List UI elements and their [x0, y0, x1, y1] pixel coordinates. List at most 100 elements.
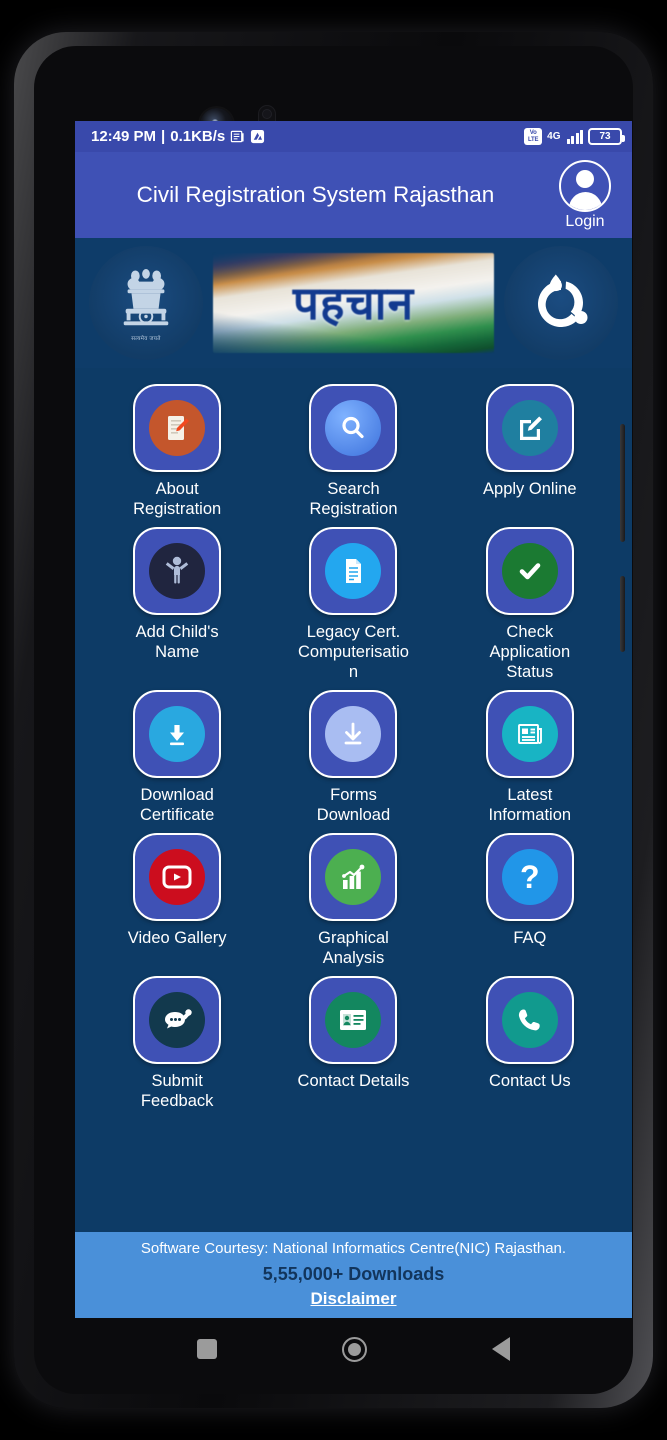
network-speed: 0.1KB/s — [170, 128, 226, 145]
tile[interactable] — [485, 976, 574, 1064]
menu-item-label: Download Certificate — [140, 786, 215, 824]
feedback-chat-icon — [149, 992, 206, 1048]
nic-logo-icon — [504, 246, 618, 360]
menu-item-contact-details[interactable]: Contact Details — [265, 972, 441, 1111]
tile[interactable] — [485, 384, 574, 472]
volte-icon: Vo LTE — [524, 128, 543, 145]
menu-item-faq[interactable]: ? FAQ — [442, 829, 618, 968]
login-label: Login — [565, 212, 605, 230]
status-bar-right: Vo LTE 4G 73 — [524, 128, 625, 145]
emblem-motto: सत्यमेव जयते — [131, 336, 161, 342]
tile[interactable] — [133, 384, 222, 472]
download-forms-icon — [325, 706, 382, 762]
signal-bars-icon — [566, 129, 583, 144]
tile[interactable] — [133, 527, 222, 615]
edit-square-icon — [501, 400, 558, 456]
avatar-icon — [559, 159, 611, 212]
volume-button[interactable] — [620, 424, 625, 542]
tile[interactable] — [309, 833, 398, 921]
recents-button-icon[interactable] — [197, 1339, 218, 1359]
footer: Software Courtesy: National Informatics … — [75, 1232, 632, 1318]
menu-item-label: Contact Us — [489, 1072, 571, 1090]
back-button-icon[interactable] — [491, 1337, 510, 1361]
status-bar-left: 12:49 PM | 0.1KB/s — [91, 128, 265, 145]
footer-downloads-count: 5,55,000+ Downloads — [262, 1264, 445, 1284]
menu-item-check-application-status[interactable]: Check Application Status — [442, 523, 618, 682]
download-arrow-icon — [149, 706, 206, 762]
status-bar: 12:49 PM | 0.1KB/s Vo LTE 4G 73 — [75, 121, 632, 152]
pehchan-banner: पहचान — [213, 253, 494, 353]
menu-item-legacy-cert-computerisation[interactable]: Legacy Cert. Computerisation — [265, 523, 441, 682]
phone-body: 12:49 PM | 0.1KB/s Vo LTE 4G 73 Civil Re… — [34, 46, 633, 1394]
menu-item-latest-information[interactable]: Latest Information — [442, 686, 618, 825]
menu-item-label: FAQ — [513, 929, 547, 947]
android-navigation-bar — [75, 1318, 632, 1380]
battery-level-label: 73 — [599, 131, 611, 142]
menu-item-label: Video Gallery — [127, 929, 227, 947]
menu-item-label: Submit Feedback — [140, 1072, 214, 1110]
tile[interactable] — [309, 976, 398, 1064]
menu-item-label: Check Application Status — [489, 623, 571, 681]
check-circle-icon — [501, 543, 558, 599]
volte-top-label: Vo — [529, 129, 537, 136]
menu-item-label: Latest Information — [488, 786, 572, 824]
question-mark-icon: ? — [501, 849, 558, 905]
tile[interactable] — [133, 833, 222, 921]
menu-item-forms-download[interactable]: Forms Download — [265, 686, 441, 825]
login-button[interactable]: Login — [546, 159, 624, 231]
status-separator: | — [161, 128, 166, 145]
menu-item-label: Search Registration — [309, 480, 398, 518]
menu-item-label: Forms Download — [316, 786, 391, 824]
menu-item-apply-online[interactable]: Apply Online — [442, 380, 618, 519]
page-title: Civil Registration System Rajasthan — [136, 182, 495, 207]
menu-item-contact-us[interactable]: Contact Us — [442, 972, 618, 1111]
menu-item-label: Apply Online — [483, 480, 577, 498]
menu-item-label: About Registration — [133, 480, 222, 518]
power-button[interactable] — [620, 576, 625, 652]
tile[interactable]: ? — [485, 833, 574, 921]
menu-item-submit-feedback[interactable]: Submit Feedback — [89, 972, 265, 1111]
app-update-icon — [250, 129, 265, 144]
menu-item-download-certificate[interactable]: Download Certificate — [89, 686, 265, 825]
menu-item-label: Graphical Analysis — [318, 929, 389, 967]
document-lines-icon — [325, 543, 382, 599]
footer-courtesy-text: Software Courtesy: National Informatics … — [140, 1240, 567, 1257]
tile[interactable] — [309, 527, 398, 615]
tile[interactable] — [485, 527, 574, 615]
news-icon — [230, 129, 245, 144]
phone-frame: 12:49 PM | 0.1KB/s Vo LTE 4G 73 Civil Re… — [14, 32, 653, 1408]
id-card-icon — [325, 992, 382, 1048]
menu-item-label: Legacy Cert. Computerisation — [298, 623, 409, 681]
menu-item-add-childs-name[interactable]: Add Child's Name — [89, 523, 265, 682]
volte-bottom-label: LTE — [528, 136, 539, 143]
tile[interactable] — [485, 690, 574, 778]
document-pen-icon — [149, 400, 206, 456]
pehchan-logo-text: पहचान — [292, 277, 415, 329]
menu-item-about-registration[interactable]: About Registration — [89, 380, 265, 519]
video-play-icon — [149, 849, 206, 905]
tile[interactable] — [309, 384, 398, 472]
banner: सत्यमेव जयते पहचान — [75, 238, 632, 368]
phone-screen: 12:49 PM | 0.1KB/s Vo LTE 4G 73 Civil Re… — [75, 121, 632, 1318]
tile[interactable] — [133, 690, 222, 778]
network-type-label: 4G — [547, 131, 561, 142]
menu-item-label: Contact Details — [297, 1072, 410, 1090]
menu-item-video-gallery[interactable]: Video Gallery — [89, 829, 265, 968]
home-button-icon[interactable] — [341, 1336, 367, 1362]
child-figure-icon — [149, 543, 206, 599]
newspaper-icon — [501, 706, 558, 762]
phone-icon — [501, 992, 558, 1048]
bar-chart-icon — [325, 849, 382, 905]
disclaimer-link[interactable]: Disclaimer — [311, 1289, 397, 1309]
battery-icon: 73 — [588, 128, 625, 145]
tile[interactable] — [133, 976, 222, 1064]
status-time: 12:49 PM — [91, 128, 157, 145]
app-bar: Civil Registration System Rajasthan Logi… — [75, 152, 632, 238]
menu-item-graphical-analysis[interactable]: Graphical Analysis — [265, 829, 441, 968]
ashoka-pillar-emblem-icon: सत्यमेव जयते — [89, 246, 203, 360]
menu-item-label: Add Child's Name — [135, 623, 219, 661]
tile[interactable] — [309, 690, 398, 778]
menu-grid: About Registration Search Registration A… — [75, 368, 632, 1117]
magnifier-icon — [325, 400, 382, 456]
menu-item-search-registration[interactable]: Search Registration — [265, 380, 441, 519]
